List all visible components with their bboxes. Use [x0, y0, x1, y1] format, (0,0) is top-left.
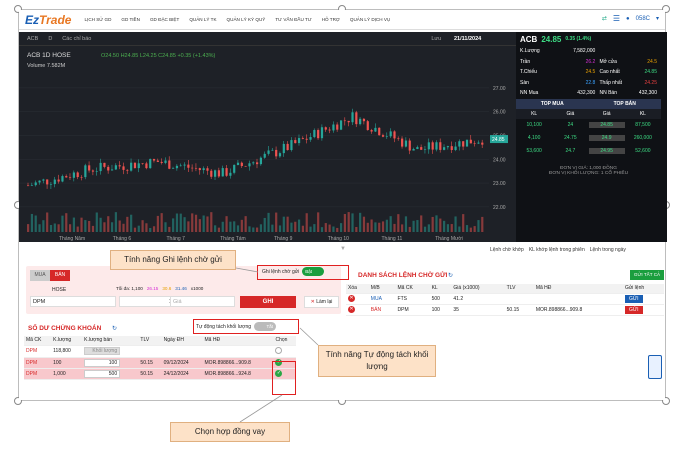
annotation-arrows: [235, 267, 319, 423]
